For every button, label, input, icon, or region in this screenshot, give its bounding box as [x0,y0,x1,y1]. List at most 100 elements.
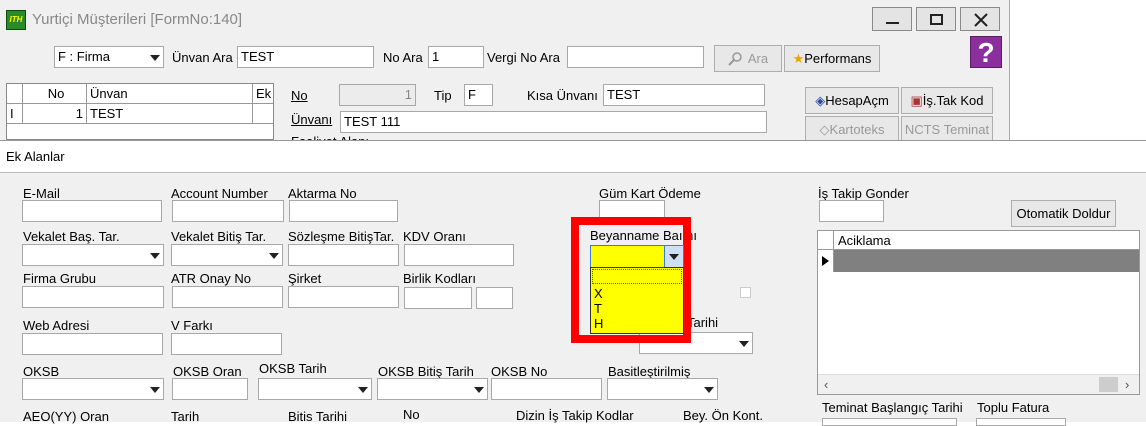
tip-label: Tip [434,88,452,103]
aciklama-grid: Aciklama ‹ › [817,230,1140,395]
close-icon [974,13,988,27]
record-no-field[interactable]: 1 [339,84,416,106]
scroll-left-icon[interactable]: ‹ [824,377,828,392]
unvan-ara-label: Ünvan Ara [172,50,233,65]
search-icon [728,52,742,66]
dropdown-option-x[interactable]: X [594,286,603,301]
basit-select[interactable] [607,378,718,400]
atr-field[interactable] [172,286,283,308]
dropdown-button[interactable] [664,246,683,267]
chevron-down-icon [669,254,679,260]
kisa-unvan-field[interactable]: TEST [603,84,765,106]
no-label-2: No [403,407,420,422]
oksbbitis-select[interactable] [377,378,488,400]
dropdown-option-h[interactable]: H [594,316,603,331]
kartoteks-button[interactable]: ◇Kartoteks [805,116,899,143]
minimize-button[interactable] [872,7,912,31]
kdv-field[interactable] [404,244,514,266]
toplu-fatura-label: Toplu Fatura [977,400,1050,415]
chevron-down-icon [269,253,279,259]
maximize-button[interactable] [916,7,956,31]
oksbtarih-label: OKSB Tarih [259,361,327,376]
dizin-label: Dizin İş Takip Kodlar [516,408,634,423]
vergi-search-input[interactable] [567,46,704,68]
chevron-down-icon [358,387,368,393]
aktarma-field[interactable] [289,200,398,222]
aktarma-label: Aktarma No [288,186,357,201]
sozbit-label: Sözleşme BitişTar. [288,229,395,244]
birlik-field-1[interactable] [404,287,472,309]
checkbox[interactable] [740,287,751,298]
kdv-label: KDV Oranı [403,229,466,244]
birlik-label: Birlik Kodları [403,271,476,286]
oksbtarih-select[interactable] [258,378,372,400]
birlik-field-2[interactable] [476,287,513,309]
tip-field[interactable]: F [464,84,493,106]
tarihi-label: Tarihi [687,315,719,330]
firmagrubu-field[interactable] [22,286,164,308]
grid-header-unvan[interactable]: Ünvan [87,84,253,104]
toplu-fatura-field[interactable] [976,418,1066,426]
vekbit-select[interactable] [171,244,283,266]
record-no-label: No [291,88,308,103]
table-row-ek[interactable] [253,104,273,124]
table-row-unvan[interactable]: TEST [87,104,253,124]
oksboran-field[interactable] [172,378,248,400]
customer-grid: No Ünvan Ek I 1 TEST [6,83,274,140]
vfarki-field[interactable] [171,333,282,355]
dropdown-option-t[interactable]: T [594,301,602,316]
row-marker: I [7,104,23,124]
sirket-label: Şirket [288,271,322,286]
teminat-label: Teminat Başlangıç Tarihi [822,400,963,415]
table-row-no[interactable]: 1 [23,104,87,124]
sozbit-field[interactable] [288,244,399,266]
gumkart-label: Güm Kart Ödeme [599,186,701,201]
email-label: E-Mail [23,186,60,201]
aciklama-header[interactable]: Aciklama [834,231,1139,250]
unvan-search-input[interactable]: TEST [237,46,374,68]
email-field[interactable] [22,200,162,222]
help-icon[interactable]: ? [970,36,1002,68]
account-field[interactable] [172,200,284,222]
scroll-thumb[interactable] [1099,377,1118,392]
chevron-down-icon [704,387,714,393]
istakip-field[interactable] [819,200,884,222]
title-bar: ITH Yurtiçi Müşterileri [FormNo:140] [0,0,1010,36]
minimize-icon [886,22,899,24]
horizontal-scrollbar[interactable]: ‹ › [818,374,1139,394]
oksbno-field[interactable] [491,378,602,400]
book-icon: ◈ [815,93,826,108]
vergi-ara-label: Vergi No Ara [487,50,560,65]
maximize-icon [930,14,943,25]
ncts-button[interactable]: NCTS Teminat [901,116,993,143]
oksb-select[interactable] [22,378,164,400]
panel-title: Ek Alanlar [0,141,1146,173]
chevron-down-icon [150,387,160,393]
scroll-right-icon[interactable]: › [1125,377,1129,392]
istakip-label: İş Takip Gonder [818,186,909,201]
unvan-field[interactable]: TEST 111 [340,111,767,133]
otomatik-doldur-button[interactable]: Otomatik Doldur [1011,200,1116,227]
beyanname-select[interactable] [590,245,684,268]
web-field[interactable] [22,333,163,355]
sirket-field[interactable] [288,286,399,308]
ara-button[interactable]: Ara [714,45,782,72]
chevron-down-icon [474,387,484,393]
cards-icon: ◇ [819,122,830,137]
grid-header-ek[interactable]: Ek [253,84,273,104]
aciklama-row[interactable] [834,250,1139,272]
performans-button[interactable]: ★Performans [784,45,880,72]
firmagrubu-label: Firma Grubu [23,271,96,286]
star-icon: ★ [792,51,805,66]
no-search-input[interactable]: 1 [428,46,484,68]
grid-header-no[interactable]: No [23,84,87,104]
chevron-down-icon [739,341,749,347]
dropdown-option-empty[interactable] [592,269,682,284]
teminat-field[interactable] [822,418,957,426]
vekbas-select[interactable] [22,244,164,266]
hesapacm-button[interactable]: ◈HesapAçm [805,87,899,114]
istakkod-button[interactable]: ▣İş.Tak Kod [901,87,993,114]
field-select[interactable]: F : Firma [54,46,164,68]
web-label: Web Adresi [23,318,90,333]
close-button[interactable] [960,7,1000,31]
